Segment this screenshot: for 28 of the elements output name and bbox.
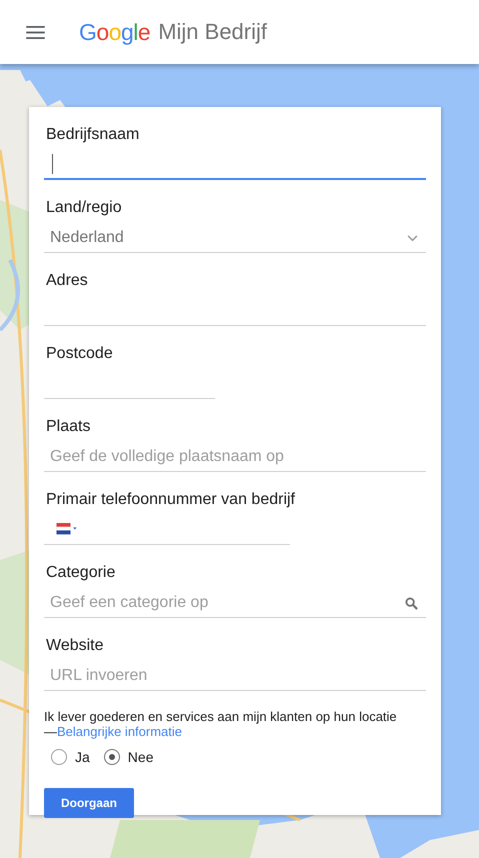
radio-label: Ja xyxy=(75,749,90,765)
field-label: Adres xyxy=(46,271,89,291)
field-label: Plaats xyxy=(46,417,92,437)
search-icon xyxy=(405,597,418,610)
product-name: Mijn Bedrijf xyxy=(158,19,268,45)
radio-button[interactable] xyxy=(51,749,67,765)
input-field[interactable]: Nederland xyxy=(44,223,426,253)
chevron-down-icon xyxy=(407,235,418,242)
google-logo: Google xyxy=(79,18,150,46)
menu-icon[interactable] xyxy=(26,26,45,38)
field-label: Postcode xyxy=(46,344,114,364)
field-value: Nederland xyxy=(50,228,124,246)
input-field[interactable]: Geef de volledige plaatsnaam op xyxy=(44,442,426,472)
field-placeholder: URL invoeren xyxy=(50,666,148,684)
input-field[interactable]: URL invoeren xyxy=(44,661,426,691)
radio-label: Nee xyxy=(128,749,154,765)
continue-button[interactable]: Doorgaan xyxy=(44,788,134,818)
field-label: Land/regio xyxy=(46,198,123,218)
info-link[interactable]: Belangrijke informatie xyxy=(57,724,182,739)
field-label: Bedrijfsnaam xyxy=(46,125,140,145)
field-label: Website xyxy=(46,636,105,656)
field-label: Primair telefoonnummer van bedrijf xyxy=(46,490,296,510)
field-placeholder: Geef een categorie op xyxy=(50,594,208,612)
field-label: Categorie xyxy=(46,563,116,583)
field-placeholder: Geef de volledige plaatsnaam op xyxy=(50,448,284,466)
radio-button[interactable] xyxy=(104,749,120,765)
input-field[interactable]: Geef een categorie op xyxy=(44,588,426,618)
delivery-question: Ik lever goederen en services aan mijn klanten op hun locatie —Belangrijke informatie xyxy=(44,709,398,739)
